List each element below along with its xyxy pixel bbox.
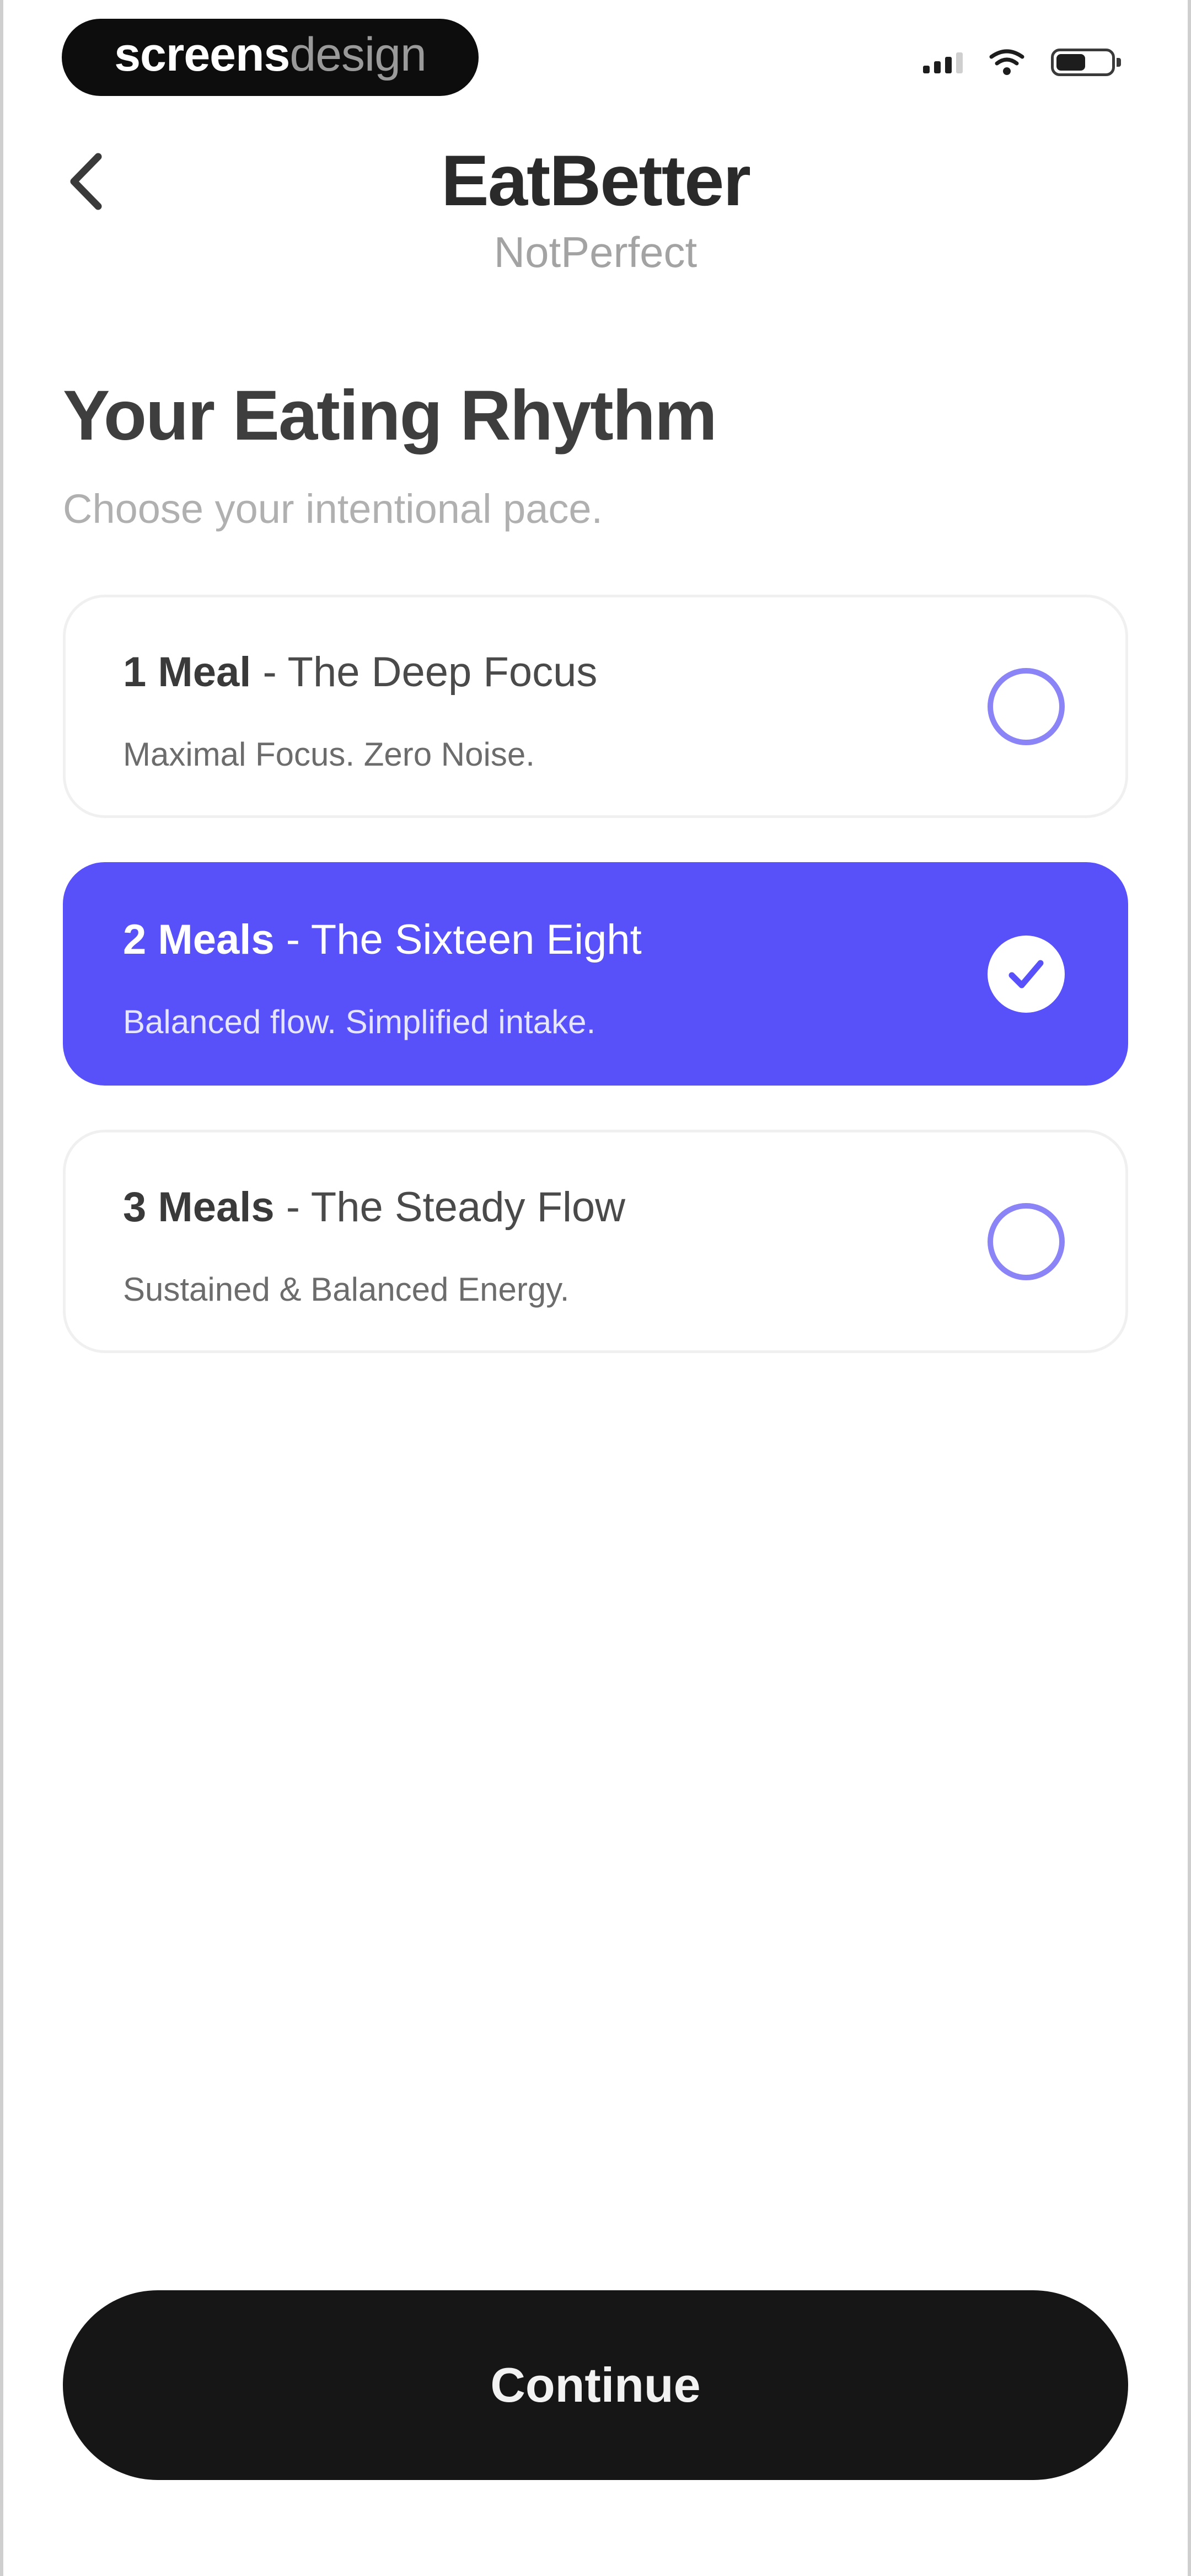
option-count: 3 Meals: [123, 1184, 275, 1231]
meal-options-list: 1 Meal - The Deep Focus Maximal Focus. Z…: [63, 595, 1128, 1397]
app-screen: screens design EatBetter NotPerfect Your …: [0, 0, 1191, 2576]
app-title: EatBetter: [441, 140, 751, 221]
option-separator: -: [251, 649, 288, 696]
option-card-1-meal[interactable]: 1 Meal - The Deep Focus Maximal Focus. Z…: [63, 595, 1128, 818]
watermark-strong-text: screens: [114, 28, 290, 81]
status-bar: [923, 49, 1121, 76]
option-name: The Deep Focus: [287, 649, 598, 696]
option-name: The Steady Flow: [310, 1184, 626, 1231]
option-separator: -: [274, 1184, 311, 1231]
option-description: Balanced flow. Simplified intake.: [123, 1003, 596, 1040]
battery-icon: [1051, 49, 1121, 76]
wifi-icon: [989, 49, 1024, 75]
screensdesign-watermark: screens design: [62, 19, 479, 96]
signal-icon: [923, 51, 963, 73]
checkmark-icon: [1008, 960, 1044, 988]
option-description: Sustained & Balanced Energy.: [123, 1271, 570, 1308]
option-card-3-meals[interactable]: 3 Meals - The Steady Flow Sustained & Ba…: [63, 1130, 1128, 1353]
page-title: Your Eating Rhythm: [63, 376, 717, 455]
option-card-2-meals[interactable]: 2 Meals - The Sixteen Eight Balanced flo…: [63, 862, 1128, 1086]
radio-checked-icon[interactable]: [988, 935, 1065, 1013]
continue-button[interactable]: Continue: [63, 2290, 1128, 2480]
option-name: The Sixteen Eight: [310, 916, 642, 963]
option-title: 3 Meals - The Steady Flow: [123, 1183, 625, 1231]
radio-unchecked-icon[interactable]: [988, 667, 1065, 745]
option-title: 1 Meal - The Deep Focus: [123, 648, 597, 696]
option-title: 2 Meals - The Sixteen Eight: [123, 916, 642, 964]
watermark-light-text: design: [289, 28, 426, 81]
option-separator: -: [274, 916, 311, 963]
option-count: 1 Meal: [123, 649, 251, 696]
app-subtitle: NotPerfect: [493, 228, 698, 276]
radio-unchecked-icon[interactable]: [988, 1203, 1065, 1280]
option-description: Maximal Focus. Zero Noise.: [123, 736, 535, 773]
option-count: 2 Meals: [123, 916, 275, 963]
page-subtitle: Choose your intentional pace.: [63, 486, 603, 532]
